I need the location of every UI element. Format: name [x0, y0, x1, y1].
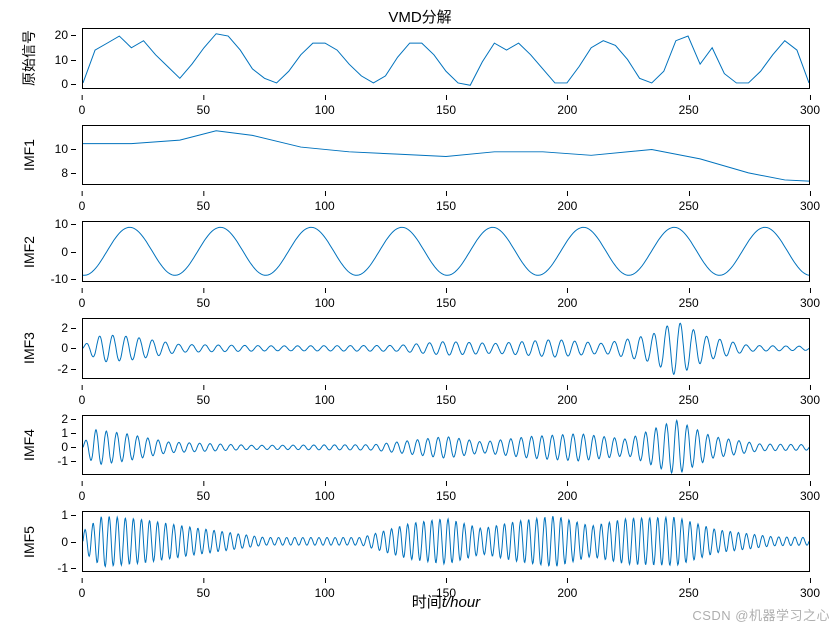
subplot-5: IMF4-1012050100150200250300	[82, 415, 810, 476]
y-tick: -1	[57, 561, 68, 575]
x-tick: 300	[800, 199, 820, 213]
subplot-1: 原始信号01020050100150200250300	[82, 28, 810, 89]
y-tick: -1	[57, 454, 68, 468]
y-tick: 0	[61, 440, 68, 454]
x-tick: 150	[436, 103, 456, 117]
ylabel: IMF5	[20, 511, 38, 572]
line-plot	[83, 319, 809, 378]
x-tick: 150	[436, 393, 456, 407]
axes	[82, 318, 810, 379]
series-line	[83, 516, 809, 566]
x-tick: 300	[800, 296, 820, 310]
x-tick: 0	[79, 199, 86, 213]
x-tick: 200	[557, 199, 577, 213]
x-tick: 150	[436, 199, 456, 213]
x-tick: 0	[79, 489, 86, 503]
x-tick: 100	[315, 489, 335, 503]
x-tick: 200	[557, 489, 577, 503]
y-tick: 10	[55, 217, 68, 231]
figure-title: VMD分解	[0, 6, 840, 27]
series-line	[83, 420, 809, 473]
x-tick: 300	[800, 489, 820, 503]
x-tick: 100	[315, 103, 335, 117]
figure: VMD分解 原始信号01020050100150200250300IMF1810…	[0, 0, 840, 630]
subplot-2: IMF1810050100150200250300	[82, 125, 810, 186]
y-tick: 1	[61, 508, 68, 522]
subplot-4: IMF3-202050100150200250300	[82, 318, 810, 379]
y-tick: 10	[55, 53, 68, 67]
x-tick: 100	[315, 393, 335, 407]
x-tick: 50	[197, 103, 210, 117]
x-tick: 250	[679, 103, 699, 117]
y-tick: 10	[55, 142, 68, 156]
y-tick: 0	[61, 77, 68, 91]
line-plot	[83, 512, 809, 571]
line-plot	[83, 126, 809, 185]
axes	[82, 221, 810, 282]
ylabel: IMF4	[20, 415, 38, 476]
y-tick: 1	[61, 426, 68, 440]
ylabel: IMF2	[20, 221, 38, 282]
x-tick: 200	[557, 296, 577, 310]
series-line	[83, 323, 809, 374]
x-tick: 250	[679, 199, 699, 213]
x-tick: 0	[79, 393, 86, 407]
x-tick: 300	[800, 103, 820, 117]
y-tick: -10	[51, 272, 68, 286]
x-tick: 50	[197, 393, 210, 407]
axes	[82, 125, 810, 186]
y-tick: 2	[61, 321, 68, 335]
x-tick: 100	[315, 199, 335, 213]
y-tick: 8	[61, 166, 68, 180]
line-plot	[83, 416, 809, 475]
x-tick: 100	[315, 296, 335, 310]
x-tick: 200	[557, 393, 577, 407]
axes	[82, 415, 810, 476]
x-tick: 150	[436, 296, 456, 310]
line-plot	[83, 222, 809, 281]
ylabel: IMF1	[20, 125, 38, 186]
series-line	[83, 34, 809, 86]
x-tick: 0	[79, 296, 86, 310]
x-tick: 250	[679, 489, 699, 503]
line-plot	[83, 29, 809, 88]
x-tick: 150	[436, 489, 456, 503]
ylabel: 原始信号	[20, 28, 38, 89]
x-tick: 50	[197, 296, 210, 310]
ylabel: IMF3	[20, 318, 38, 379]
x-tick: 200	[557, 103, 577, 117]
watermark: CSDN @机器学习之心	[692, 605, 830, 624]
x-tick: 250	[679, 393, 699, 407]
y-tick: 0	[61, 341, 68, 355]
series-line	[83, 130, 809, 180]
y-tick: 20	[55, 28, 68, 42]
x-tick: 250	[679, 296, 699, 310]
subplot-3: IMF2-10010050100150200250300	[82, 221, 810, 282]
y-tick: 2	[61, 412, 68, 426]
axes	[82, 28, 810, 89]
x-tick: 50	[197, 489, 210, 503]
x-tick: 300	[800, 393, 820, 407]
x-tick: 0	[79, 103, 86, 117]
axes	[82, 511, 810, 572]
subplot-6: IMF5-101050100150200250300时间t/hour	[82, 511, 810, 572]
y-tick: 0	[61, 535, 68, 549]
x-tick: 50	[197, 199, 210, 213]
series-line	[83, 228, 809, 276]
y-tick: -2	[57, 362, 68, 376]
y-tick: 0	[61, 245, 68, 259]
